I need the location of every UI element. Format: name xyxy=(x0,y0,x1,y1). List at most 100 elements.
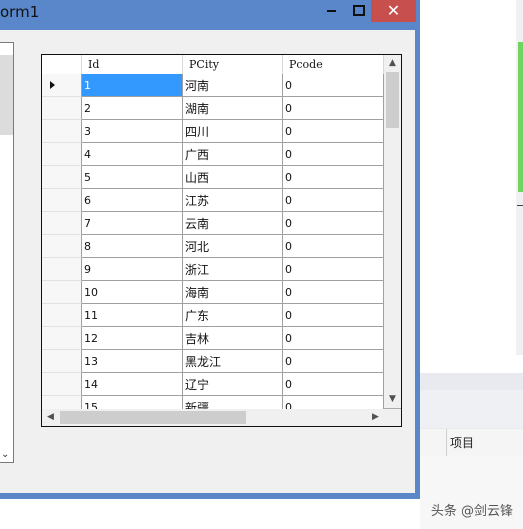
left-list-control[interactable]: ⌄ xyxy=(0,42,14,463)
table-row[interactable]: 8 河北 0 xyxy=(42,235,384,258)
minimize-button[interactable] xyxy=(318,0,345,22)
table-row[interactable]: 3 四川 0 xyxy=(42,120,384,143)
cell-pcode[interactable]: 0 xyxy=(283,143,384,166)
cell-pcity[interactable]: 湖南 xyxy=(183,97,283,120)
top-left-header-cell[interactable] xyxy=(42,55,82,74)
cell-pcode[interactable]: 0 xyxy=(283,281,384,304)
cell-id[interactable]: 8 xyxy=(82,235,183,258)
cell-id[interactable]: 9 xyxy=(82,258,183,281)
cell-pcity[interactable]: 浙江 xyxy=(183,258,283,281)
vertical-scroll-thumb[interactable] xyxy=(386,72,399,128)
table-row[interactable]: 11 广东 0 xyxy=(42,304,384,327)
table-row[interactable]: 10 海南 0 xyxy=(42,281,384,304)
cell-id[interactable]: 11 xyxy=(82,304,183,327)
table-row[interactable]: 1 河南 0 xyxy=(42,74,384,97)
row-header[interactable] xyxy=(42,166,82,189)
cell-pcode[interactable]: 0 xyxy=(283,212,384,235)
chevron-down-icon[interactable]: ⌄ xyxy=(1,449,9,460)
background-toolbar-strip-2 xyxy=(420,390,523,428)
left-list-scroll-thumb[interactable] xyxy=(0,55,13,135)
row-header[interactable] xyxy=(42,189,82,212)
cell-pcity[interactable]: 辽宁 xyxy=(183,373,283,396)
cell-pcode[interactable]: 0 xyxy=(283,350,384,373)
table-row[interactable]: 6 江苏 0 xyxy=(42,189,384,212)
table-row[interactable]: 14 辽宁 0 xyxy=(42,373,384,396)
table-row[interactable]: 5 山西 0 xyxy=(42,166,384,189)
title-bar[interactable]: orm1 ✕ xyxy=(0,0,420,30)
row-header[interactable] xyxy=(42,74,82,97)
cell-id[interactable]: 13 xyxy=(82,350,183,373)
cell-id[interactable]: 7 xyxy=(82,212,183,235)
row-header[interactable] xyxy=(42,97,82,120)
scroll-up-icon[interactable]: ▲ xyxy=(384,55,401,72)
cell-pcity[interactable]: 广西 xyxy=(183,143,283,166)
cell-id[interactable]: 1 xyxy=(82,74,183,97)
form-client-area: ⌄ Id PCity Pcode 1 河南 0 2 湖南 0 3 四川 0 4 广西 0 5 山西 0 6 江苏… xyxy=(0,30,415,493)
column-header-pcity[interactable]: PCity xyxy=(183,55,283,74)
cell-pcity[interactable]: 江苏 xyxy=(183,189,283,212)
cell-pcode[interactable]: 0 xyxy=(283,74,384,97)
maximize-button[interactable] xyxy=(345,0,372,22)
close-button[interactable]: ✕ xyxy=(371,0,416,22)
row-header[interactable] xyxy=(42,258,82,281)
row-header[interactable] xyxy=(42,235,82,258)
cell-id[interactable]: 10 xyxy=(82,281,183,304)
maximize-icon xyxy=(353,5,365,16)
vertical-scrollbar[interactable]: ▲ ▼ xyxy=(384,55,401,408)
form-window: orm1 ✕ ⌄ Id PCity Pcode 1 河南 0 2 湖南 0 3 四川 0 4 广西 0… xyxy=(0,0,420,499)
cell-pcode[interactable]: 0 xyxy=(283,304,384,327)
background-column-header[interactable]: 项目 xyxy=(420,429,523,457)
row-header[interactable] xyxy=(42,281,82,304)
row-header[interactable] xyxy=(42,120,82,143)
cell-pcode[interactable]: 0 xyxy=(283,373,384,396)
cell-id[interactable]: 3 xyxy=(82,120,183,143)
scrollbar-corner xyxy=(384,409,401,426)
column-header-id[interactable]: Id xyxy=(82,55,183,74)
cell-pcity[interactable]: 广东 xyxy=(183,304,283,327)
cell-pcode[interactable]: 0 xyxy=(283,166,384,189)
cell-pcode[interactable]: 0 xyxy=(283,120,384,143)
cell-pcode[interactable]: 0 xyxy=(283,189,384,212)
cell-pcity[interactable]: 山西 xyxy=(183,166,283,189)
cell-id[interactable]: 14 xyxy=(82,373,183,396)
row-header[interactable] xyxy=(42,143,82,166)
table-row[interactable]: 2 湖南 0 xyxy=(42,97,384,120)
background-editor-pane xyxy=(420,0,523,373)
row-header[interactable] xyxy=(42,212,82,235)
table-row[interactable]: 13 黑龙江 0 xyxy=(42,350,384,373)
column-header-pcode[interactable]: Pcode xyxy=(283,55,384,74)
row-header[interactable] xyxy=(42,373,82,396)
cell-pcode[interactable]: 0 xyxy=(283,258,384,281)
watermark: 头条 @剑云锋 xyxy=(430,504,513,519)
data-grid-view[interactable]: Id PCity Pcode 1 河南 0 2 湖南 0 3 四川 0 4 广西 0 5 山西 0 6 江苏 0 7… xyxy=(41,54,402,427)
row-header[interactable] xyxy=(42,304,82,327)
cell-pcity[interactable]: 河南 xyxy=(183,74,283,97)
cell-pcode[interactable]: 0 xyxy=(283,97,384,120)
horizontal-scroll-thumb[interactable] xyxy=(60,411,246,424)
scroll-right-icon[interactable]: ▶ xyxy=(367,409,384,426)
cell-id[interactable]: 12 xyxy=(82,327,183,350)
horizontal-scrollbar[interactable]: ◀ ▶ xyxy=(42,409,384,426)
cell-pcity[interactable]: 黑龙江 xyxy=(183,350,283,373)
row-header[interactable] xyxy=(42,327,82,350)
row-header[interactable] xyxy=(42,350,82,373)
table-row[interactable]: 9 浙江 0 xyxy=(42,258,384,281)
table-row[interactable]: 4 广西 0 xyxy=(42,143,384,166)
cell-pcity[interactable]: 海南 xyxy=(183,281,283,304)
scroll-down-icon[interactable]: ▼ xyxy=(384,391,401,408)
cell-pcity[interactable]: 河北 xyxy=(183,235,283,258)
cell-id[interactable]: 5 xyxy=(82,166,183,189)
cell-pcity[interactable]: 四川 xyxy=(183,120,283,143)
cell-pcode[interactable]: 0 xyxy=(283,235,384,258)
table-row[interactable]: 12 吉林 0 xyxy=(42,327,384,350)
cell-id[interactable]: 6 xyxy=(82,189,183,212)
cell-pcity[interactable]: 吉林 xyxy=(183,327,283,350)
table-row[interactable]: 7 云南 0 xyxy=(42,212,384,235)
cell-pcode[interactable]: 0 xyxy=(283,327,384,350)
column-header-row: Id PCity Pcode xyxy=(42,55,384,75)
scroll-left-icon[interactable]: ◀ xyxy=(42,409,59,426)
cell-pcity[interactable]: 云南 xyxy=(183,212,283,235)
cell-id[interactable]: 2 xyxy=(82,97,183,120)
current-row-arrow-icon xyxy=(50,81,55,89)
cell-id[interactable]: 4 xyxy=(82,143,183,166)
